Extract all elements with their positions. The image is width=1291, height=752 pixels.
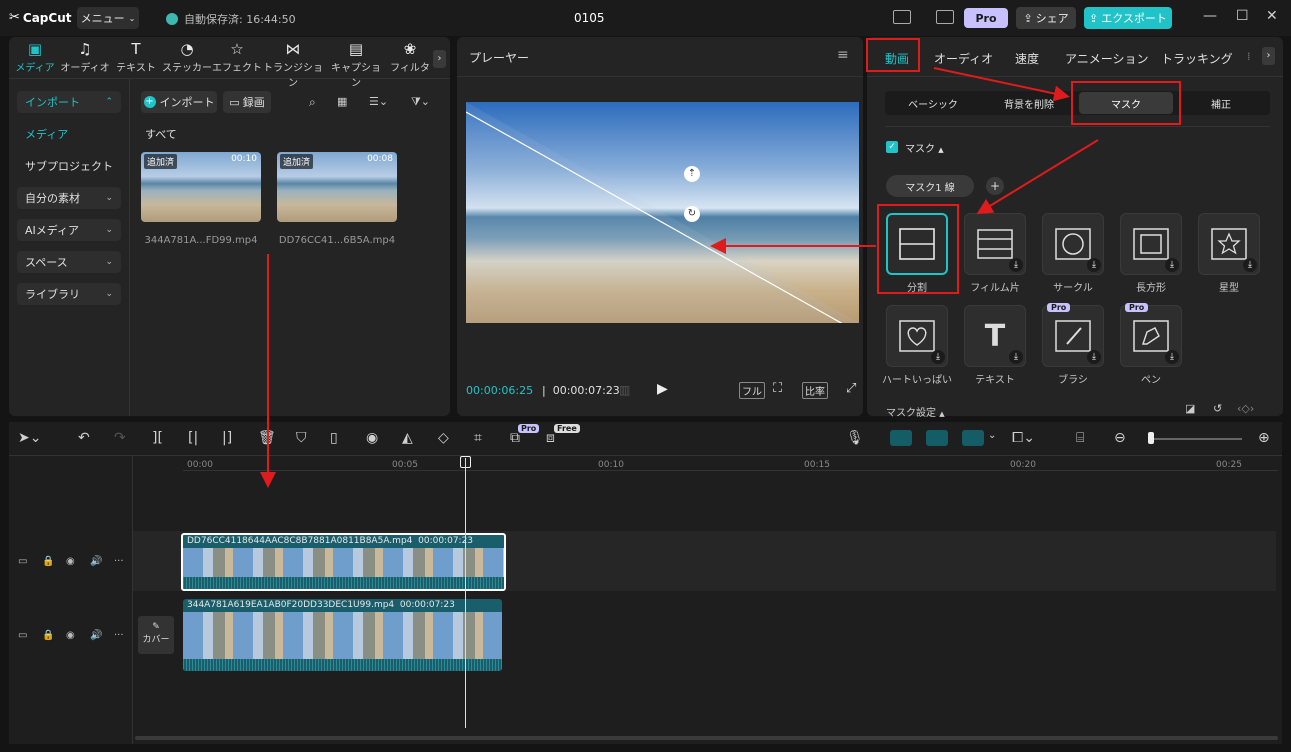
annotation-arrows bbox=[260, 67, 1099, 488]
